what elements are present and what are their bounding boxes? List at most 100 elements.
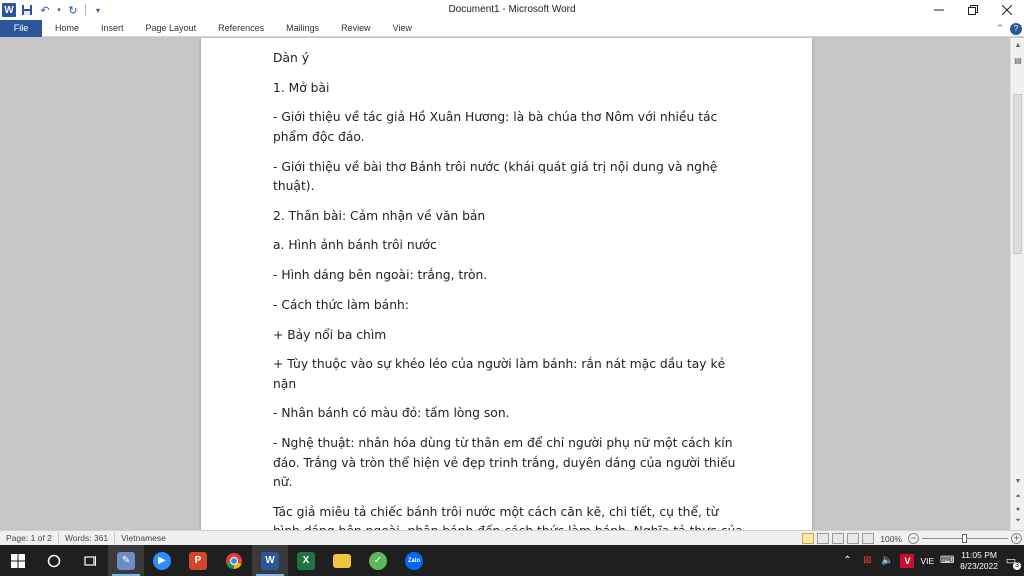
minimize-button[interactable] (922, 0, 956, 20)
green-app-icon: ✓ (369, 551, 387, 570)
word-app-icon[interactable]: W (2, 3, 16, 17)
doc-paragraph: - Hình dáng bên ngoài: trắng, tròn. (273, 268, 488, 283)
qat-separator (85, 4, 86, 16)
tray-app-icon[interactable]: ⊠ (860, 554, 874, 568)
outline-view-button[interactable] (847, 533, 860, 544)
page-count[interactable]: Page: 1 of 2 (0, 531, 59, 545)
keyboard-icon[interactable]: ⌨ (940, 554, 954, 568)
close-button[interactable] (990, 0, 1024, 20)
taskbar-app-file-explorer[interactable] (324, 545, 360, 576)
doc-section-intro: 1. Mở bài (273, 80, 330, 95)
save-icon[interactable] (20, 3, 34, 17)
window-title: Document1 - Microsoft Word (448, 4, 576, 15)
clock-time: 11:05 PM (961, 549, 997, 560)
tray-v-icon[interactable]: V (900, 553, 915, 568)
system-tray: ⌃ ⊠ 🔈 V VIE ⌨ 11:05 PM 8/23/2022 ▭ 3 (840, 545, 1024, 576)
taskbar-app-zoom[interactable]: ▶ (144, 545, 180, 576)
taskbar-app-powerpoint[interactable]: P (180, 545, 216, 576)
word-icon: W (261, 551, 279, 570)
doc-paragraph: + Tùy thuộc vào sự khéo léo của người là… (273, 357, 726, 391)
zoom-out-button[interactable]: − (908, 533, 919, 544)
zalo-icon: Zalo (405, 551, 423, 570)
windows-logo-icon (11, 553, 25, 568)
tab-review[interactable]: Review (330, 20, 382, 37)
task-view-button[interactable] (72, 545, 108, 576)
next-page-icon[interactable]: ⏷ (1011, 514, 1024, 528)
paint-icon: ✎ (117, 551, 135, 570)
web-layout-view-button[interactable] (832, 533, 845, 544)
restore-button[interactable] (956, 0, 990, 20)
redo-icon[interactable]: ↻ (66, 3, 80, 17)
tab-file[interactable]: File (0, 19, 42, 37)
excel-icon: X (297, 551, 315, 570)
tab-home[interactable]: Home (42, 20, 90, 37)
taskbar-app-green[interactable]: ✓ (360, 545, 396, 576)
taskbar-app-excel[interactable]: X (288, 545, 324, 576)
doc-heading: Dàn ý (273, 51, 309, 65)
ribbon-right-controls: ⌃ ? (994, 20, 1022, 37)
start-button[interactable] (0, 545, 36, 576)
document-area: Dàn ý 1. Mở bài - Giới thiệu về tác giả … (0, 38, 1010, 530)
doc-paragraph: - Giới thiệu về bài thơ Bánh trôi nước (… (273, 159, 718, 194)
customize-qat-icon[interactable]: ▾ (91, 3, 105, 17)
document-page[interactable]: Dàn ý 1. Mở bài - Giới thiệu về tác giả … (201, 38, 812, 530)
powerpoint-icon: P (189, 551, 207, 570)
chrome-icon (226, 552, 242, 569)
doc-section-body: 2. Thân bài: Cảm nhận về văn bản (273, 208, 486, 223)
doc-paragraph: + Bảy nổi ba chìm (273, 327, 387, 342)
word-count[interactable]: Words: 361 (59, 531, 116, 545)
zoom-slider-knob[interactable] (962, 534, 967, 543)
status-bar: Page: 1 of 2 Words: 361 Vietnamese 100% … (0, 530, 1024, 545)
ruler-toggle-icon[interactable]: ▤ (1011, 52, 1024, 68)
tab-references[interactable]: References (207, 20, 275, 37)
print-layout-view-button[interactable] (802, 533, 815, 544)
ribbon-tabs: File Home Insert Page Layout References … (0, 19, 1024, 37)
zoom-in-button[interactable]: + (1011, 533, 1022, 544)
status-right-controls: 100% − + (802, 531, 1022, 546)
vertical-scrollbar[interactable]: ▲ ▤ ▼ ⏶ ● ⏷ (1010, 38, 1024, 530)
zoom-level[interactable]: 100% (877, 534, 905, 544)
doc-paragraph: Tác giả miêu tả chiếc bánh trôi nước một… (273, 504, 743, 530)
tab-page-layout[interactable]: Page Layout (135, 20, 208, 37)
search-circle-icon (47, 554, 61, 567)
clock[interactable]: 11:05 PM 8/23/2022 (960, 550, 998, 572)
notification-count: 3 (1013, 561, 1021, 570)
zoom-slider[interactable] (922, 533, 1008, 544)
taskbar-app-word[interactable]: W (252, 545, 288, 576)
doc-paragraph: - Nhân bánh có màu đỏ: tấm lòng son. (273, 406, 510, 421)
full-screen-reading-view-button[interactable] (817, 533, 830, 544)
tab-view[interactable]: View (382, 20, 423, 37)
show-hidden-icons-icon[interactable]: ⌃ (840, 554, 854, 568)
windows-taskbar: ✎ ▶ P W X ✓ Zalo ⌃ ⊠ 🔈 V VIE ⌨ 11:05 PM … (0, 545, 1024, 576)
taskbar-app-chrome[interactable] (216, 545, 252, 576)
doc-paragraph: - Cách thức làm bánh: (273, 297, 409, 312)
ribbon-minimize-icon[interactable]: ⌃ (994, 23, 1006, 35)
doc-paragraph: - Giới thiệu về tác giả Hồ Xuân Hương: l… (273, 110, 718, 144)
title-bar: W ↶ ▾ ↻ ▾ Document1 - Microsoft Word (0, 0, 1024, 20)
zoom-app-icon: ▶ (153, 551, 171, 570)
draft-view-button[interactable] (862, 533, 875, 544)
window-controls (922, 0, 1024, 20)
volume-icon[interactable]: 🔈 (880, 554, 894, 568)
notification-center-icon[interactable]: ▭ 3 (1004, 554, 1021, 570)
scroll-up-arrow-icon[interactable]: ▲ (1011, 38, 1024, 52)
search-button[interactable] (36, 545, 72, 576)
clock-date: 8/23/2022 (960, 560, 998, 571)
language-indicator[interactable]: Vietnamese (115, 532, 172, 545)
undo-icon[interactable]: ↶ (38, 3, 52, 17)
tab-insert[interactable]: Insert (90, 20, 135, 37)
doc-paragraph: - Nghệ thuật: nhân hóa dùng từ thân em đ… (273, 436, 736, 490)
taskbar-app-paint[interactable]: ✎ (108, 545, 144, 576)
scroll-down-arrow-icon[interactable]: ▼ (1011, 474, 1024, 488)
undo-dropdown-icon[interactable]: ▾ (56, 3, 62, 17)
task-view-icon (84, 555, 96, 566)
input-language[interactable]: VIE (920, 556, 934, 566)
quick-access-toolbar: W ↶ ▾ ↻ ▾ (0, 0, 105, 20)
help-icon[interactable]: ? (1010, 22, 1022, 35)
tab-mailings[interactable]: Mailings (275, 20, 330, 37)
doc-subsection: a. Hình ảnh bánh trôi nước (273, 238, 437, 253)
folder-icon (333, 553, 351, 568)
taskbar-app-zalo[interactable]: Zalo (396, 545, 432, 576)
scrollbar-thumb[interactable] (1013, 94, 1022, 254)
document-content[interactable]: Dàn ý 1. Mở bài - Giới thiệu về tác giả … (273, 49, 745, 530)
